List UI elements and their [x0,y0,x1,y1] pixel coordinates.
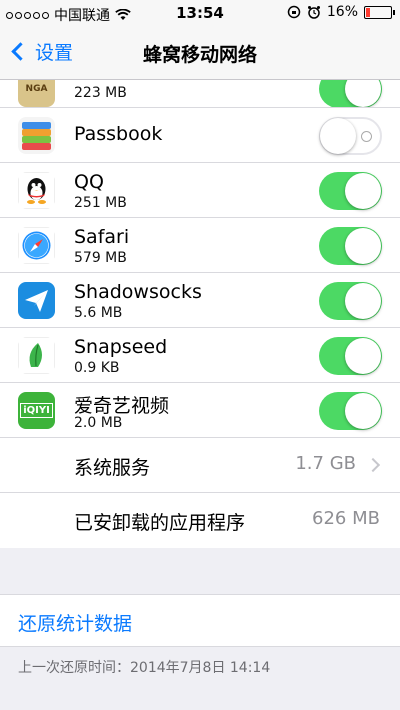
app-data-usage: 2.0 MB [74,415,123,431]
app-name: Passbook [74,123,163,145]
nga-icon: NGA [18,80,55,107]
app-name: Safari [74,226,130,248]
system-services-value: 1.7 GB [295,453,356,474]
list-item-safari: Safari 579 MB [0,218,400,273]
reset-statistics-button[interactable]: 还原统计数据 [18,609,132,636]
system-services-row[interactable]: 系统服务 1.7 GB [0,438,400,493]
passbook-icon [18,117,55,154]
list-item-qq: QQ 251 MB [0,163,400,218]
cellular-toggle-snapseed[interactable] [319,337,382,375]
app-name: QQ [74,171,104,193]
alarm-clock-icon [307,6,320,19]
page-title: 蜂窝移动网络 [142,44,257,66]
battery-percentage: 16% [326,4,358,20]
rotation-lock-icon [287,5,301,19]
cellular-toggle-nga[interactable] [319,80,382,107]
cellular-toggle-safari[interactable] [319,227,382,265]
battery-icon [364,5,395,19]
app-name: 爱奇艺视频 [74,395,170,417]
uninstalled-apps-row: 已安卸载的应用程序 626 MB [0,493,400,548]
app-data-usage: 5.6 MB [74,305,123,321]
cellular-toggle-qq[interactable] [319,172,382,210]
uninstalled-apps-label: 已安卸载的应用程序 [74,512,246,534]
list-item-snapseed: Snapseed 0.9 KB [0,328,400,383]
qq-penguin-icon [18,172,55,209]
uninstalled-apps-value: 626 MB [312,508,380,529]
chevron-right-icon [365,457,381,473]
cellular-toggle-shadowsocks[interactable] [319,282,382,320]
last-reset-time: 上一次还原时间：2014年7月8日 14:14 [18,660,271,676]
list-item-shadowsocks: Shadowsocks 5.6 MB [0,273,400,328]
paper-plane-icon [18,282,55,319]
safari-compass-icon [18,227,55,264]
iqiyi-icon: iQIYI [18,392,55,429]
reset-section: 还原统计数据 [0,594,400,647]
app-name: Shadowsocks [74,281,202,303]
app-name: Snapseed [74,336,168,358]
status-bar: 中国联通 13:54 16% [0,0,400,26]
system-services-label: 系统服务 [74,457,151,479]
app-data-usage: 0.9 KB [74,360,120,376]
list-item-passbook: Passbook [0,108,400,163]
cellular-toggle-iqiyi[interactable] [319,392,382,430]
list-item-iqiyi: iQIYI 爱奇艺视频 2.0 MB [0,383,400,438]
snapseed-leaf-icon [18,337,55,374]
app-usage-list: NGA 223 MB Passbook QQ 251 MB Safari 579… [0,80,400,548]
app-data-usage: 579 MB [74,250,127,266]
app-data-usage: 223 MB [74,85,127,101]
navigation-bar: 设置 蜂窝移动网络 [0,26,400,80]
status-right: 16% [287,4,395,20]
list-item-nga: NGA 223 MB [0,80,400,108]
cellular-toggle-passbook[interactable] [319,117,382,155]
app-data-usage: 251 MB [74,195,127,211]
